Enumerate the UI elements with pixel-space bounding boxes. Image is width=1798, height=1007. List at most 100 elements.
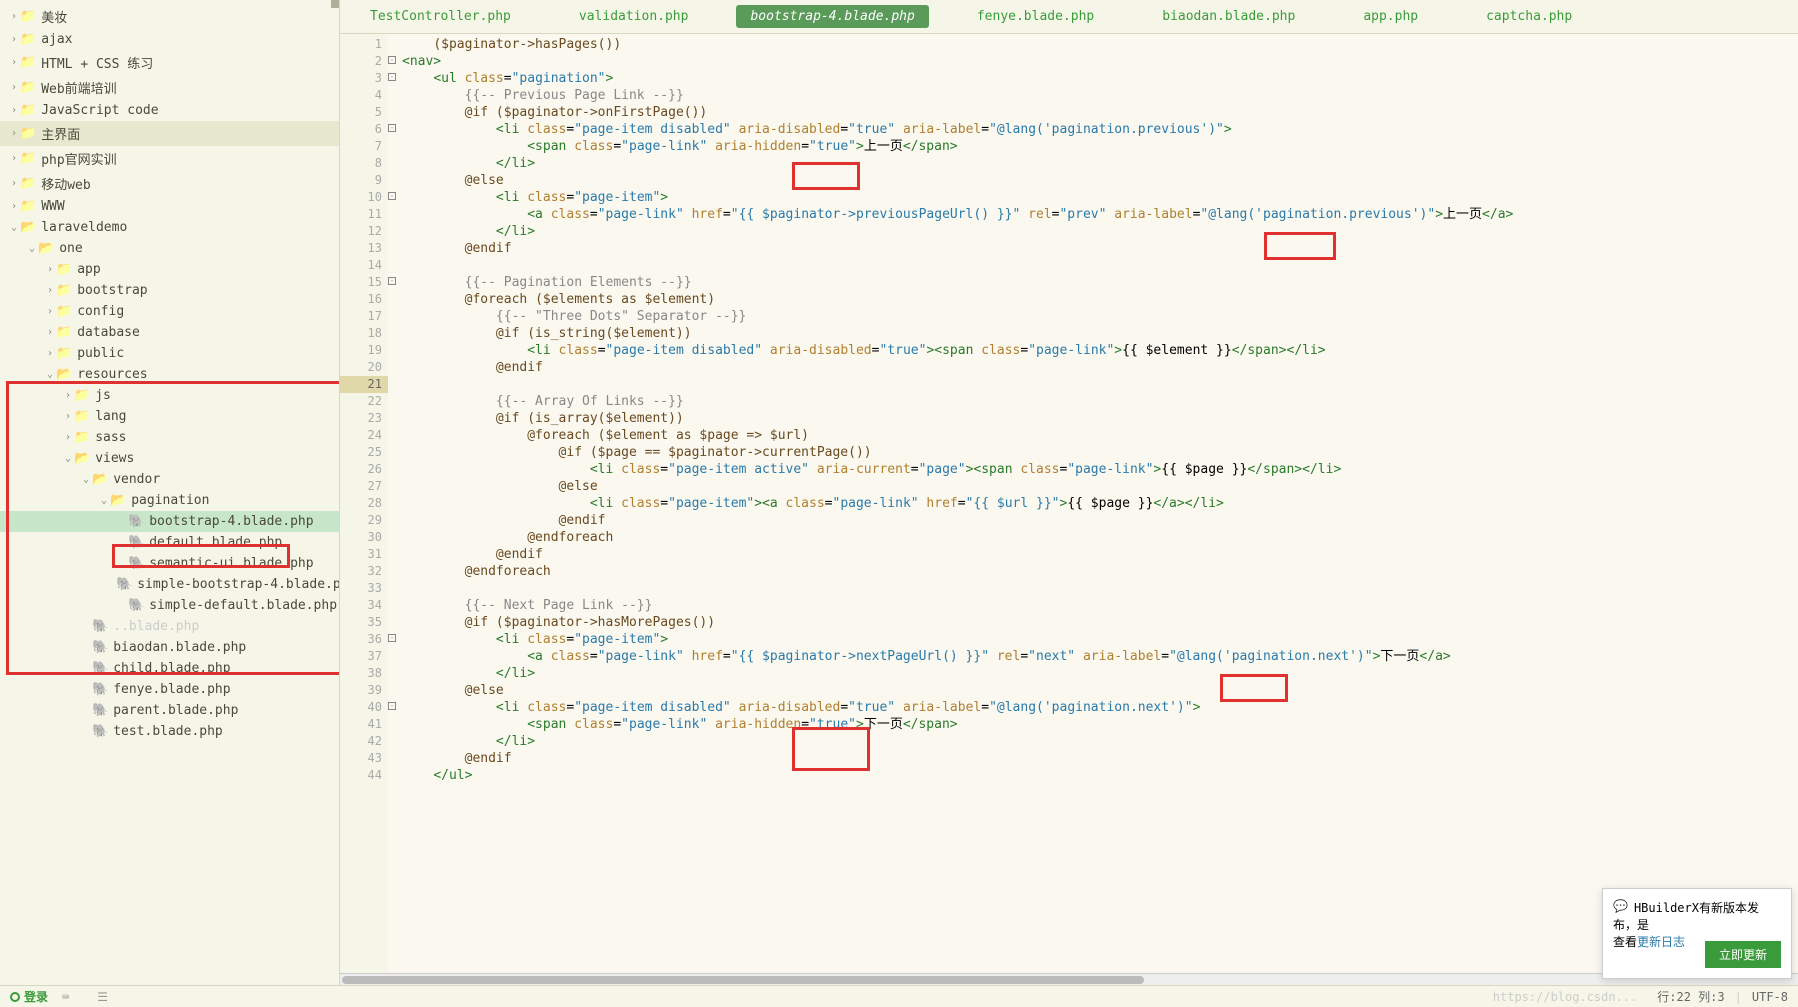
- tree-folder[interactable]: › lang: [0, 406, 339, 427]
- tree-item-label: config: [77, 304, 124, 319]
- folder-open-icon: [38, 241, 54, 256]
- tree-file[interactable]: 🐘 default.blade.php: [0, 532, 339, 553]
- chevron-down-icon: ⌄: [44, 369, 56, 380]
- status-bar: 登录 ⌨ ☰ https://blog.csdn... 行:22 列:3 | U…: [0, 985, 1798, 1007]
- line-gutter: 12-3-456-78910-1112131415-16171819202122…: [340, 34, 388, 973]
- tree-item-label: lang: [95, 409, 126, 424]
- chevron-down-icon: ⌄: [80, 474, 92, 485]
- tree-folder-laraveldemo[interactable]: ⌄ laraveldemo: [0, 217, 339, 238]
- php-file-icon: 🐘: [128, 514, 144, 529]
- chevron-right-icon: ›: [44, 285, 56, 296]
- php-file-icon: 🐘: [116, 577, 132, 592]
- tree-folder[interactable]: › app: [0, 259, 339, 280]
- tree-item-label: vendor: [113, 472, 160, 487]
- tree-file[interactable]: 🐘 fenye.blade.php: [0, 679, 339, 700]
- sidebar-resize-handle[interactable]: [331, 0, 339, 8]
- chevron-right-icon: ›: [8, 201, 20, 212]
- tree-folder[interactable]: › js: [0, 385, 339, 406]
- tree-item-label: ..blade.php: [113, 619, 199, 634]
- code-editor[interactable]: 12-3-456-78910-1112131415-16171819202122…: [340, 34, 1798, 973]
- tree-folder[interactable]: › 美妆: [0, 4, 339, 29]
- tree-file[interactable]: 🐘 simple-default.blade.php: [0, 595, 339, 616]
- tree-folder-views[interactable]: ⌄ views: [0, 448, 339, 469]
- editor-tab[interactable]: biaodan.blade.php: [1142, 2, 1315, 31]
- tree-file[interactable]: 🐘 child.blade.php: [0, 658, 339, 679]
- php-file-icon: 🐘: [128, 598, 144, 613]
- tree-folder-active[interactable]: › 主界面: [0, 121, 339, 146]
- tree-item-label: WWW: [41, 199, 64, 214]
- list-icon[interactable]: ☰: [97, 990, 108, 1004]
- folder-icon: [56, 304, 72, 319]
- tree-folder[interactable]: › bootstrap: [0, 280, 339, 301]
- tree-folder-vendor[interactable]: ⌄ vendor: [0, 469, 339, 490]
- tree-file-hidden[interactable]: 🐘 ..blade.php: [0, 616, 339, 637]
- tree-file[interactable]: 🐘 semantic-ui.blade.php: [0, 553, 339, 574]
- tree-file[interactable]: 🐘 simple-bootstrap-4.blade.php: [0, 574, 339, 595]
- tree-folder[interactable]: › JavaScript code: [0, 100, 339, 121]
- folder-icon: [74, 388, 90, 403]
- editor-tab[interactable]: captcha.php: [1466, 2, 1592, 31]
- tree-item-label: simple-bootstrap-4.blade.php: [137, 577, 340, 592]
- chevron-down-icon: ⌄: [8, 222, 20, 233]
- tree-folder-one[interactable]: ⌄ one: [0, 238, 339, 259]
- php-file-icon: 🐘: [92, 661, 108, 676]
- tree-folder[interactable]: › config: [0, 301, 339, 322]
- chevron-right-icon: ›: [8, 82, 20, 93]
- folder-icon: [56, 346, 72, 361]
- folder-icon: [56, 325, 72, 340]
- chevron-right-icon: ›: [44, 264, 56, 275]
- tree-folder[interactable]: › ajax: [0, 29, 339, 50]
- chevron-down-icon: ⌄: [98, 495, 110, 506]
- encoding-label[interactable]: UTF-8: [1752, 990, 1788, 1004]
- tree-item-label: bootstrap-4.blade.php: [149, 514, 313, 529]
- tree-item-label: Web前端培训: [41, 78, 116, 97]
- chevron-right-icon: ›: [8, 57, 20, 68]
- code-content[interactable]: ($paginator->hasPages())<nav> <ul class=…: [388, 34, 1798, 973]
- tree-item-label: public: [77, 346, 124, 361]
- chevron-right-icon: ›: [8, 34, 20, 45]
- tree-file[interactable]: 🐘 test.blade.php: [0, 721, 339, 742]
- horizontal-scrollbar[interactable]: [340, 973, 1798, 985]
- tree-folder[interactable]: › sass: [0, 427, 339, 448]
- tree-folder-resources[interactable]: ⌄ resources: [0, 364, 339, 385]
- tree-folder[interactable]: › HTML + CSS 练习: [0, 50, 339, 75]
- chevron-right-icon: ›: [62, 432, 74, 443]
- file-explorer[interactable]: › 美妆 › ajax › HTML + CSS 练习 › Web前端培训 › …: [0, 0, 340, 985]
- tree-item-label: test.blade.php: [113, 724, 223, 739]
- php-file-icon: 🐘: [92, 619, 108, 634]
- watermark-text: https://blog.csdn...: [1493, 990, 1638, 1004]
- tree-file[interactable]: 🐘 bootstrap-4.blade.php: [0, 511, 339, 532]
- tree-folder[interactable]: › public: [0, 343, 339, 364]
- folder-open-icon: [110, 493, 126, 508]
- folder-icon: [20, 103, 36, 118]
- editor-tab[interactable]: bootstrap-4.blade.php: [736, 5, 928, 28]
- changelog-link[interactable]: 更新日志: [1637, 935, 1685, 949]
- chevron-right-icon: ›: [44, 327, 56, 338]
- tree-folder[interactable]: › database: [0, 322, 339, 343]
- editor-tab[interactable]: validation.php: [559, 2, 709, 31]
- update-now-button[interactable]: 立即更新: [1705, 941, 1781, 968]
- tree-item-label: laraveldemo: [41, 220, 127, 235]
- login-button[interactable]: 登录: [24, 988, 48, 1005]
- editor-tab[interactable]: app.php: [1343, 2, 1438, 31]
- tree-file[interactable]: 🐘 parent.blade.php: [0, 700, 339, 721]
- folder-icon: [56, 283, 72, 298]
- folder-icon: [20, 199, 36, 214]
- tree-item-label: one: [59, 241, 82, 256]
- editor-tab[interactable]: TestController.php: [350, 2, 531, 31]
- chevron-right-icon: ›: [8, 128, 20, 139]
- tree-folder[interactable]: › WWW: [0, 196, 339, 217]
- tree-item-label: biaodan.blade.php: [113, 640, 246, 655]
- tree-folder-pagination[interactable]: ⌄ pagination: [0, 490, 339, 511]
- tree-folder[interactable]: › php官网实训: [0, 146, 339, 171]
- terminal-icon[interactable]: ⌨: [62, 990, 69, 1004]
- editor-tab[interactable]: fenye.blade.php: [957, 2, 1114, 31]
- tree-folder[interactable]: › 移动web: [0, 171, 339, 196]
- tree-folder[interactable]: › Web前端培训: [0, 75, 339, 100]
- notification-text: HBuilderX有新版本发布，是: [1613, 901, 1759, 932]
- chevron-right-icon: ›: [8, 11, 20, 22]
- tree-file[interactable]: 🐘 biaodan.blade.php: [0, 637, 339, 658]
- user-icon: [10, 992, 20, 1002]
- tree-item-label: 主界面: [41, 124, 80, 143]
- tree-item-label: parent.blade.php: [113, 703, 238, 718]
